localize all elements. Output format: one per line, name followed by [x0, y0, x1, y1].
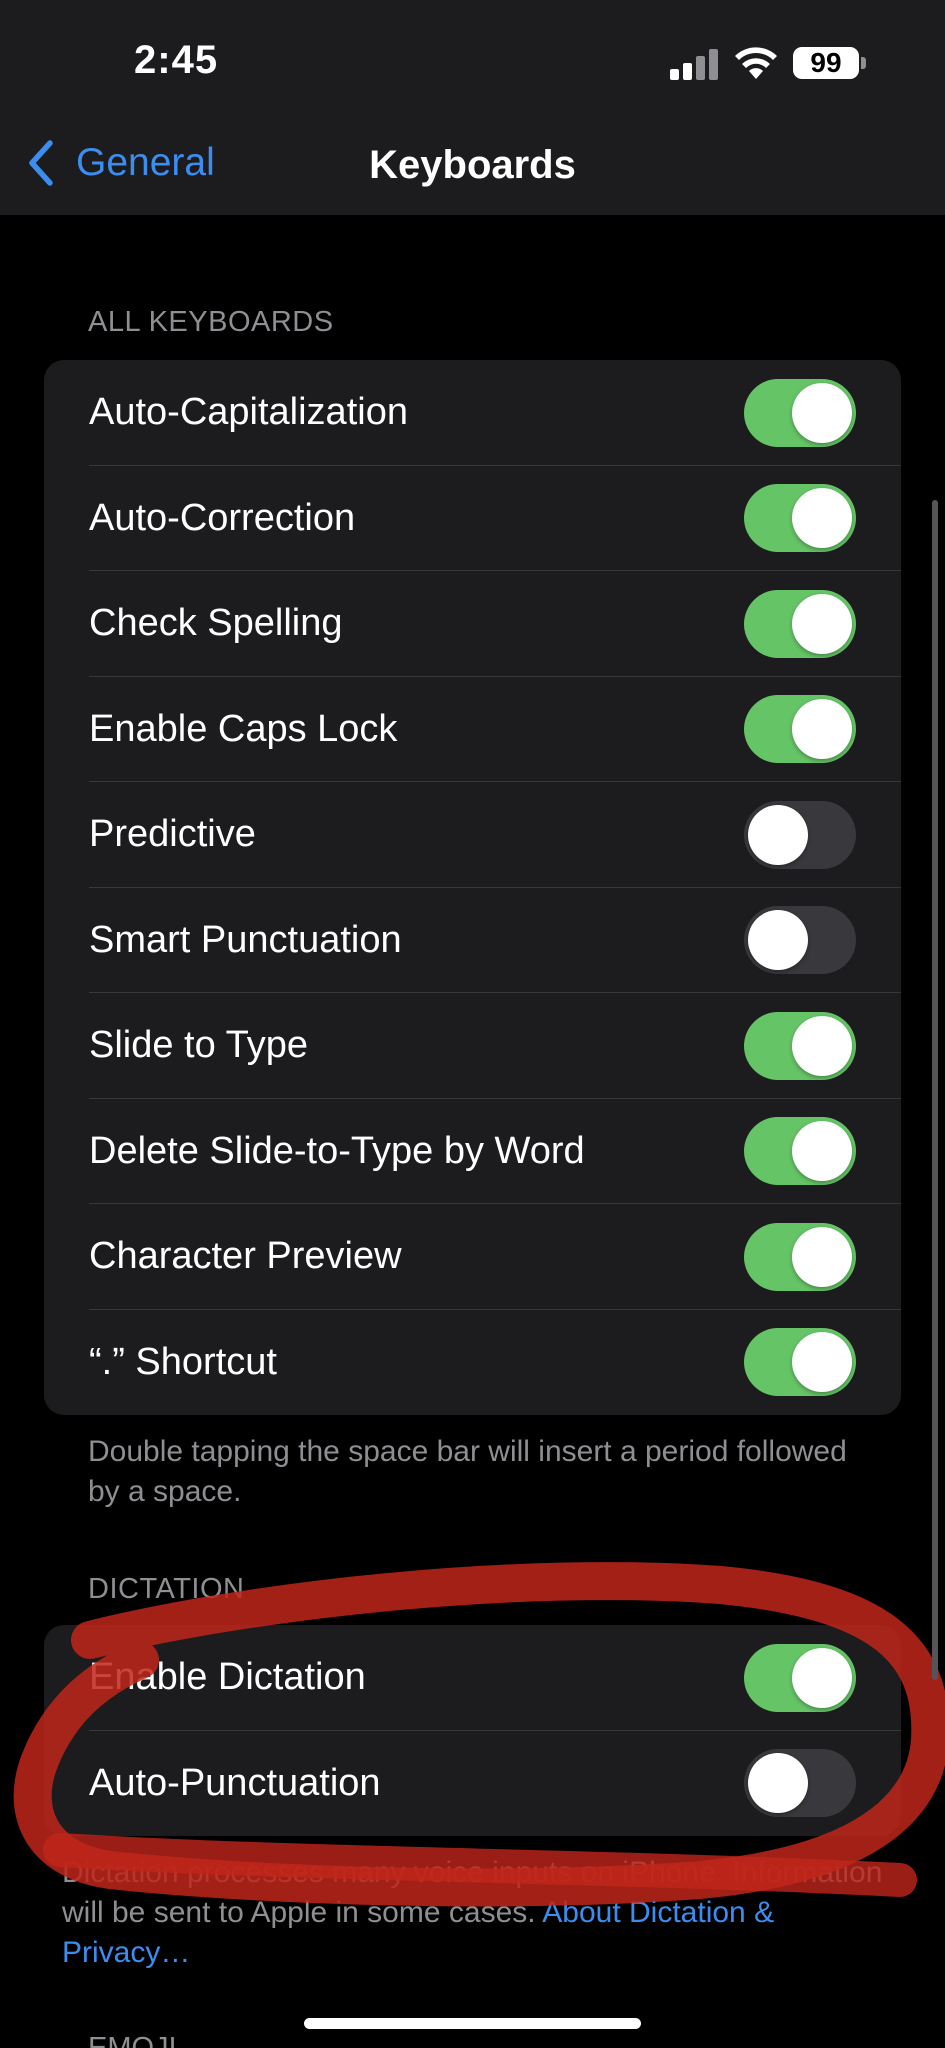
toggle-switch[interactable] — [744, 1749, 856, 1818]
setting-label: Auto-Correction — [89, 496, 356, 539]
toggle-knob — [748, 1753, 808, 1814]
setting-label: Enable Dictation — [89, 1656, 366, 1699]
keyboard-setting-row: Check Spelling — [44, 571, 901, 677]
toggle-knob — [792, 699, 852, 760]
status-bar: 2:45 99 — [0, 0, 945, 110]
page-title: Keyboards — [369, 143, 576, 187]
toggle-knob — [792, 1226, 852, 1287]
section-header-dictation: DICTATION — [88, 1573, 245, 1605]
toggle-switch[interactable] — [744, 1011, 856, 1080]
toggle-switch[interactable] — [744, 378, 856, 447]
navigation-bar: General Keyboards — [0, 110, 945, 215]
setting-label: Delete Slide-to-Type by Word — [89, 1129, 585, 1172]
toggle-switch[interactable] — [744, 695, 856, 764]
keyboard-setting-row: Smart Punctuation — [44, 888, 901, 993]
home-indicator[interactable] — [304, 2018, 641, 2029]
dictation-group: Enable Dictation Auto-Punctuation — [44, 1625, 901, 1836]
toggle-knob — [792, 1121, 852, 1182]
toggle-switch[interactable] — [744, 1328, 856, 1397]
toggle-switch[interactable] — [744, 906, 856, 975]
setting-label: Auto-Punctuation — [89, 1761, 381, 1804]
toggle-knob — [792, 488, 852, 549]
toggle-knob — [748, 910, 808, 971]
toggle-knob — [792, 382, 852, 443]
keyboard-setting-row: Delete Slide-to-Type by Word — [44, 1099, 901, 1204]
toggle-switch[interactable] — [744, 800, 856, 869]
setting-label: Enable Caps Lock — [89, 707, 398, 750]
section-header-all-keyboards: ALL KEYBOARDS — [88, 306, 334, 338]
battery-indicator: 99 — [793, 47, 859, 79]
toggle-knob — [792, 1015, 852, 1076]
keyboard-setting-row: Auto-Correction — [44, 466, 901, 571]
all-keyboards-group: Auto-Capitalization Auto-Correction Check … — [44, 360, 901, 1415]
toggle-switch[interactable] — [744, 589, 856, 658]
toggle-knob — [792, 1332, 852, 1393]
setting-label: Character Preview — [89, 1235, 402, 1278]
toggle-switch[interactable] — [744, 1117, 856, 1186]
wifi-icon — [735, 47, 777, 79]
setting-label: Check Spelling — [89, 602, 343, 645]
toggle-knob — [748, 804, 808, 865]
dictation-setting-row: Enable Dictation — [44, 1625, 901, 1731]
keyboard-setting-row: Enable Caps Lock — [44, 677, 901, 782]
status-time: 2:45 — [134, 38, 219, 82]
setting-label: Auto-Capitalization — [89, 391, 408, 434]
shortcut-footer-note: Double tapping the space bar will insert… — [88, 1435, 847, 1508]
dictation-setting-row: Auto-Punctuation — [44, 1731, 901, 1837]
dictation-footer-note: Dictation processes many voice inputs on… — [62, 1853, 892, 1973]
setting-label: Predictive — [89, 813, 256, 856]
keyboard-setting-row: Slide to Type — [44, 993, 901, 1099]
keyboard-setting-row: Auto-Capitalization — [44, 360, 901, 466]
toggle-switch[interactable] — [744, 1643, 856, 1712]
toggle-switch[interactable] — [744, 1222, 856, 1291]
keyboard-setting-row: Predictive — [44, 782, 901, 888]
setting-label: Slide to Type — [89, 1024, 309, 1067]
toggle-knob — [792, 1647, 852, 1708]
section-header-emoji: EMOJI — [88, 2032, 177, 2048]
scroll-indicator[interactable] — [932, 500, 938, 1680]
setting-label: “.” Shortcut — [89, 1340, 277, 1383]
toggle-switch[interactable] — [744, 484, 856, 553]
keyboard-setting-row: Character Preview — [44, 1204, 901, 1310]
setting-label: Smart Punctuation — [89, 918, 402, 961]
cellular-signal-icon — [670, 48, 720, 80]
toggle-knob — [792, 593, 852, 654]
keyboard-setting-row: “.” Shortcut — [44, 1310, 901, 1416]
battery-nub — [861, 57, 866, 69]
